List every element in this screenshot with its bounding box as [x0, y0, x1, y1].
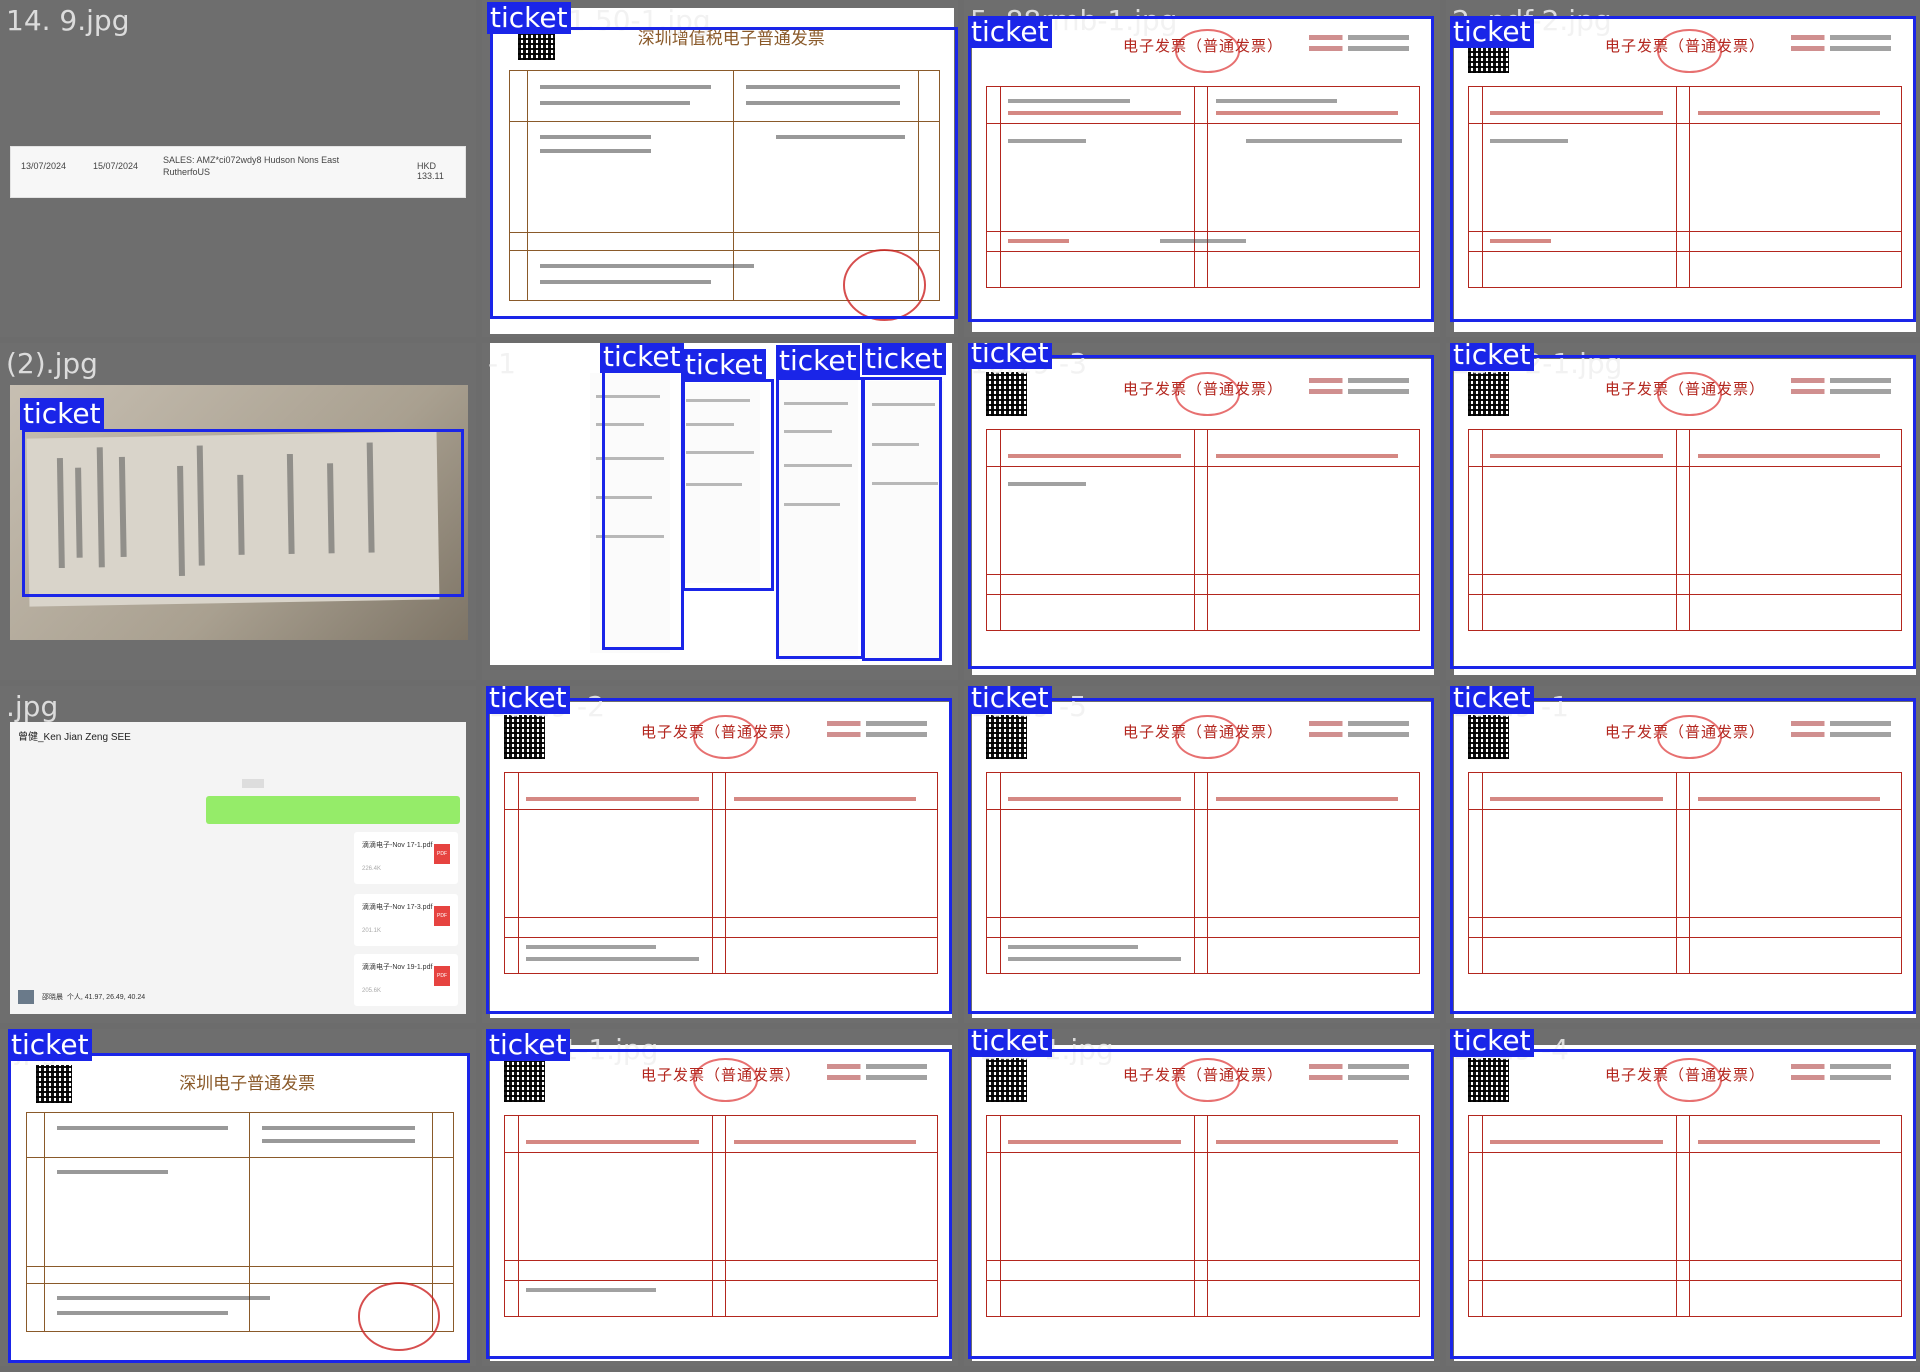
detection-label: ticket	[20, 398, 104, 430]
detection-label: ticket	[776, 345, 860, 377]
post-date: 13/07/2024	[21, 161, 67, 171]
detection-box[interactable]	[22, 429, 464, 597]
grid-cell[interactable]: 14. 9.jpg 13/07/2024 15/07/2024 SALES: A…	[0, 0, 476, 337]
file-size: 201.1K	[362, 928, 382, 934]
detection-box[interactable]	[968, 16, 1434, 322]
file-size: 226.4K	[362, 866, 382, 872]
detection-label: ticket	[968, 16, 1052, 48]
detection-label: ticket	[600, 343, 684, 373]
detection-box[interactable]	[486, 698, 952, 1014]
grid-cell[interactable]: 217- 2-1.jpg 电子发票（普通发票） ticket	[1446, 343, 1920, 680]
statement-description: SALES: AMZ*ci072wdy8 Hudson Nons East	[163, 155, 340, 165]
file-name: 滴滴电子-Nov 17-3.pdf	[362, 904, 433, 911]
pdf-icon: PDF	[434, 844, 450, 864]
pdf-icon: PDF	[434, 966, 450, 986]
grid-cell[interactable]: 901 51.50-1.jpg 深圳增值税电子普通发票 ticket	[482, 0, 958, 337]
filename-label: -1	[488, 347, 516, 380]
detection-label: ticket	[968, 1029, 1052, 1057]
chat-file[interactable]: 滴滴电子-Nov 19-1.pdf 205.6K PDF	[354, 954, 458, 1006]
grid-cell[interactable]: 10.19 -5 电子发票（普通发票） ticket	[964, 686, 1440, 1023]
chat-file[interactable]: 滴滴电子-Nov 17-3.pdf 201.1K PDF	[354, 894, 458, 946]
detection-box[interactable]	[968, 698, 1434, 1014]
grid-cell[interactable]: 10.19 -4 电子发票（普通发票） ticket	[1446, 1029, 1920, 1366]
avatar	[18, 990, 34, 1004]
chat-footer: 邵晓晨 个人, 41.97, 26.49, 40.24	[18, 990, 145, 1004]
file-size: 205.6K	[362, 988, 382, 994]
detection-box[interactable]	[776, 377, 864, 659]
grid-cell[interactable]: 曾健_Ken Jian Zeng SEE 滴滴电子-Nov 17-1.pdf 2…	[0, 686, 476, 1023]
pdf-icon: PDF	[434, 906, 450, 926]
chat-contact-name: 曾健_Ken Jian Zeng SEE	[18, 732, 131, 743]
grid-cell[interactable]: (2).jpg ticket	[0, 343, 476, 680]
detection-label: ticket	[8, 1029, 92, 1061]
detection-label: ticket	[682, 349, 766, 381]
detection-box[interactable]	[490, 27, 958, 319]
trans-date: 15/07/2024	[93, 161, 139, 171]
detection-box[interactable]	[968, 355, 1434, 669]
detection-box[interactable]	[862, 377, 942, 661]
filename-label: .jpg	[6, 690, 59, 723]
grid-cell[interactable]: 217- 1-1.jpg 电子发票（普通发票） ticket	[482, 1029, 958, 1366]
footer-text: 个人, 41.97, 26.49, 40.24	[66, 993, 146, 1001]
detection-label: ticket	[1450, 343, 1534, 371]
grid-cell[interactable]: 10.19 -2 电子发票（普通发票） ticket	[482, 686, 958, 1023]
detection-box[interactable]	[1450, 698, 1916, 1014]
thumbnail-grid: 14. 9.jpg 13/07/2024 15/07/2024 SALES: A…	[0, 0, 1920, 1372]
grid-cell[interactable]: 2. pdf-2.jpg 电子发票（普通发票） ticket	[1446, 0, 1920, 337]
grid-cell[interactable]: 5. 88rmb-1.jpg 电子发票（普通发票） ticket	[964, 0, 1440, 337]
filename-label: 14. 9.jpg	[6, 4, 130, 37]
file-name: 滴滴电子-Nov 19-1.pdf	[362, 964, 433, 971]
chat-message-bubble	[206, 796, 460, 824]
detection-box[interactable]	[1450, 1049, 1916, 1359]
detection-box[interactable]	[486, 1049, 952, 1359]
chat-screenshot: 曾健_Ken Jian Zeng SEE 滴滴电子-Nov 17-1.pdf 2…	[10, 722, 466, 1014]
detection-box[interactable]	[682, 379, 774, 591]
filename-label: (2).jpg	[6, 347, 98, 380]
detection-box[interactable]	[1450, 355, 1916, 669]
chat-file[interactable]: 滴滴电子-Nov 17-1.pdf 226.4K PDF	[354, 832, 458, 884]
detection-label: ticket	[1450, 686, 1534, 714]
detection-label: ticket	[862, 343, 946, 375]
detection-label: ticket	[1450, 16, 1534, 48]
detection-box[interactable]	[1450, 16, 1916, 322]
detection-box[interactable]	[8, 1053, 470, 1363]
detection-label: ticket	[968, 343, 1052, 369]
statement-row: 13/07/2024 15/07/2024 SALES: AMZ*ci072wd…	[10, 146, 466, 198]
grid-cell[interactable]: .jpg 深圳电子普通发票 ticket	[0, 1029, 476, 1366]
grid-cell[interactable]: -226-1.jpg 电子发票（普通发票） ticket	[964, 1029, 1440, 1366]
detection-label: ticket	[968, 686, 1052, 714]
grid-cell[interactable]: 10.19 -3 电子发票（普通发票） ticket	[964, 343, 1440, 680]
grid-cell[interactable]: 10.19 -1 电子发票（普通发票） ticket	[1446, 686, 1920, 1023]
detection-box[interactable]	[968, 1049, 1434, 1359]
file-name: 滴滴电子-Nov 17-1.pdf	[362, 842, 433, 849]
detection-label: ticket	[486, 686, 570, 714]
detection-label: ticket	[1450, 1029, 1534, 1057]
chat-date	[242, 779, 264, 788]
footer-name: 邵晓晨	[42, 993, 63, 1001]
grid-cell[interactable]: -1 ticket ticket ticket ticket	[482, 343, 958, 680]
statement-amount: HKD 133.11	[417, 161, 444, 181]
statement-description-2: RutherfoUS	[163, 167, 211, 177]
detection-label: ticket	[487, 2, 571, 34]
detection-label: ticket	[486, 1029, 570, 1061]
detection-box[interactable]	[602, 370, 684, 650]
